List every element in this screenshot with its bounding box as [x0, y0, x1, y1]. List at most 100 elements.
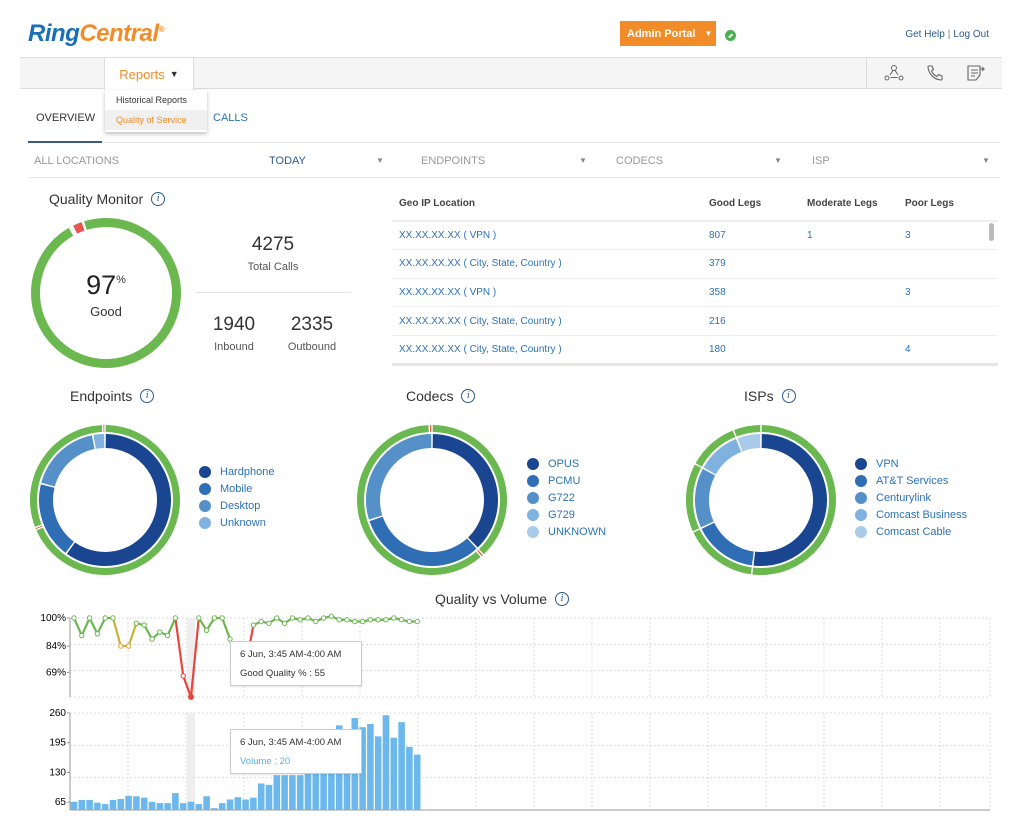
volume-bar[interactable] [265, 784, 273, 810]
donut-segment[interactable] [701, 522, 754, 566]
legend-item[interactable]: Desktop [199, 497, 274, 514]
volume-bar[interactable] [156, 803, 164, 810]
donut-segment[interactable] [93, 434, 105, 449]
line-point[interactable] [289, 615, 296, 621]
line-point[interactable] [102, 615, 108, 621]
volume-bar[interactable] [289, 775, 296, 810]
line-point[interactable] [79, 632, 85, 639]
volume-bar[interactable] [406, 746, 413, 810]
line-point[interactable] [305, 615, 311, 621]
quality-ring-segment[interactable] [429, 425, 432, 433]
log-out-link[interactable]: Log Out [953, 29, 989, 40]
volume-bar[interactable] [187, 801, 195, 810]
line-point[interactable] [274, 615, 280, 621]
quality-ring-segment[interactable] [103, 425, 105, 433]
volume-bar[interactable] [117, 799, 125, 810]
donut-segment[interactable] [737, 434, 761, 452]
table-row[interactable]: XX.XX.XX.XX ( VPN ) 358 3 [392, 278, 998, 308]
line-point[interactable] [125, 643, 132, 649]
admin-portal-button[interactable]: Admin Portal ▼ [620, 21, 716, 46]
line-point[interactable] [164, 632, 171, 639]
donut-segment[interactable] [695, 468, 716, 528]
line-point[interactable] [266, 620, 272, 626]
legend-item[interactable]: AT&T Services [855, 472, 967, 489]
volume-bar[interactable] [70, 801, 78, 810]
line-point[interactable] [71, 615, 77, 621]
legend-item[interactable]: OPUS [527, 455, 606, 472]
line-point[interactable] [141, 622, 147, 628]
line-point[interactable] [406, 618, 413, 625]
tab-overview[interactable]: OVERVIEW [36, 112, 95, 124]
volume-bar[interactable] [109, 799, 117, 810]
date-filter[interactable]: TODAY [269, 155, 306, 167]
legend-item[interactable]: VPN [855, 455, 967, 472]
geo-location-link[interactable]: XX.XX.XX.XX ( City, State, Country ) [392, 306, 702, 336]
volume-bar[interactable] [374, 736, 382, 810]
line-point[interactable] [196, 615, 202, 621]
line-point[interactable] [86, 615, 93, 621]
column-header[interactable]: Good Legs [702, 187, 800, 222]
volume-bar[interactable] [234, 797, 242, 810]
volume-bar[interactable] [390, 737, 398, 810]
volume-bar[interactable] [273, 775, 281, 810]
legend-item[interactable]: Comcast Cable [855, 523, 967, 540]
line-point[interactable] [352, 618, 358, 625]
line-point[interactable] [149, 636, 155, 642]
table-row[interactable]: XX.XX.XX.XX ( City, State, Country ) 216 [392, 306, 998, 336]
legend-item[interactable]: G729 [527, 506, 606, 523]
get-help-link[interactable]: Get Help [905, 29, 944, 40]
info-icon[interactable]: i [461, 389, 476, 403]
table-row[interactable]: XX.XX.XX.XX ( City, State, Country ) 180 4 [392, 335, 998, 365]
volume-bar[interactable] [242, 799, 249, 810]
info-icon[interactable]: i [781, 389, 796, 403]
network-icon[interactable] [883, 62, 905, 84]
tab-calls[interactable]: CALLS [213, 112, 248, 124]
volume-bar[interactable] [367, 723, 374, 810]
menu-item-historical-reports[interactable]: Historical Reports [105, 90, 207, 110]
volume-bar[interactable] [86, 799, 93, 810]
volume-bar[interactable] [172, 793, 179, 810]
line-point[interactable] [211, 615, 218, 621]
location-filter[interactable]: ALL LOCATIONS [34, 155, 119, 167]
ringcentral-logo[interactable]: RingCentral® [28, 20, 164, 48]
line-point[interactable] [336, 617, 342, 623]
isp-filter[interactable]: ISP [812, 155, 830, 167]
column-header[interactable]: Geo IP Location [392, 187, 702, 222]
volume-bar[interactable] [226, 799, 234, 810]
menu-item-quality-of-service[interactable]: Quality of Service [105, 110, 207, 130]
line-point[interactable] [110, 615, 116, 621]
reports-menu-button[interactable]: Reports ▼ [104, 57, 194, 90]
line-point[interactable] [391, 615, 397, 621]
volume-bar[interactable] [125, 795, 132, 810]
geo-location-link[interactable]: XX.XX.XX.XX ( City, State, Country ) [392, 335, 702, 365]
legend-item[interactable]: Unknown [199, 514, 274, 531]
line-point[interactable] [297, 617, 303, 623]
legend-item[interactable]: Centurylink [855, 489, 967, 506]
line-point[interactable] [328, 613, 335, 619]
line-point[interactable] [258, 618, 264, 625]
notes-export-icon[interactable] [965, 62, 987, 84]
volume-bar[interactable] [179, 803, 187, 810]
volume-bar[interactable] [148, 801, 156, 810]
volume-bar[interactable] [133, 796, 140, 810]
column-header[interactable]: Moderate Legs [800, 187, 898, 222]
line-point[interactable] [313, 618, 319, 625]
legend-item[interactable]: Mobile [199, 480, 274, 497]
line-point[interactable] [320, 615, 327, 621]
volume-bar[interactable] [195, 804, 203, 810]
line-point[interactable] [383, 617, 389, 623]
line-point[interactable] [367, 617, 374, 623]
geo-location-link[interactable]: XX.XX.XX.XX ( City, State, Country ) [392, 249, 702, 279]
volume-bar[interactable] [250, 797, 257, 810]
volume-bar[interactable] [140, 797, 148, 810]
line-point[interactable] [172, 615, 179, 621]
line-point[interactable] [281, 620, 288, 626]
info-icon[interactable]: i [151, 192, 166, 206]
legend-item[interactable]: G722 [527, 489, 606, 506]
volume-bar[interactable] [281, 775, 288, 810]
volume-bar[interactable] [203, 796, 210, 810]
info-icon[interactable]: i [555, 592, 570, 606]
line-point[interactable] [118, 643, 124, 649]
line-point[interactable] [359, 618, 366, 625]
phone-icon[interactable] [924, 62, 946, 84]
